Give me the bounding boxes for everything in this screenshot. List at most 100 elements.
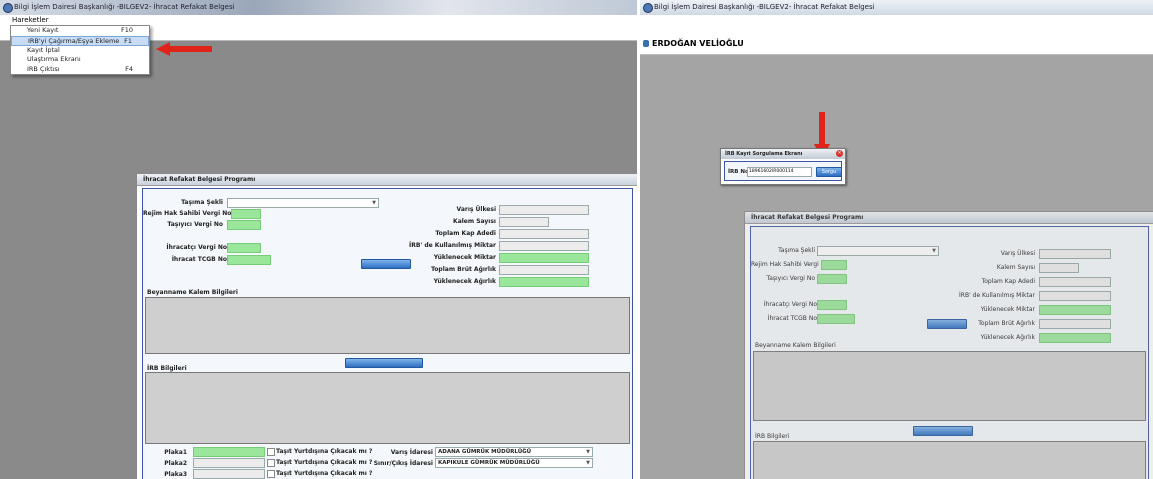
tasit-checkbox-1[interactable] (267, 448, 275, 456)
label-tasiyici: Taşıyıcı Vergi No (766, 275, 815, 282)
label-tasima-sekli: Taşıma Şekli (181, 199, 223, 206)
label-rejim: Rejim Hak Sahibi Vergi No (751, 261, 829, 268)
ihracatci-field[interactable] (227, 243, 261, 253)
irb-section-label: İRB Bilgileri (147, 365, 187, 372)
label-irb-kullanilmis: İRB' de Kullanılmış Miktar (408, 242, 496, 249)
dialog-body: İRB No 18961602IR000114 Sorgu (724, 161, 842, 181)
user-icon (643, 40, 649, 47)
right-irb-form-window: İhracat Refakat Belgesi Programı Taşıma … (744, 211, 1153, 479)
label-ihracatci: İhracatçı Vergi No (166, 244, 227, 251)
beyanname-grid[interactable] (753, 351, 1146, 421)
close-icon[interactable]: × (836, 150, 843, 157)
tasit-question-2: Taşıt Yurtdışına Çıkacak mı ? (276, 459, 373, 466)
yuklenecek-agirlik-field[interactable] (499, 277, 589, 287)
label-toplam-brut: Toplam Brüt Ağırlık (978, 320, 1035, 327)
tasit-checkbox-2[interactable] (267, 459, 275, 467)
chevron-down-icon: ▼ (372, 200, 376, 206)
sinir-idaresi-select[interactable]: KAPIKULE GÜMRÜK MÜDÜRLÜĞÜ ▼ (435, 458, 593, 468)
chevron-down-icon: ▼ (586, 460, 590, 466)
menu-item-irb-cagirma[interactable]: IRB'yi Çağırma/Eşya Ekleme F1 (11, 35, 149, 46)
varis-idaresi-select[interactable]: ADANA GÜMRÜK MÜDÜRLÜĞÜ ▼ (435, 447, 593, 457)
label-toplam-kap: Toplam Kap Adedi (435, 230, 496, 237)
tcgb-field[interactable] (227, 255, 271, 265)
toplam-kap-field[interactable] (1039, 277, 1111, 287)
irb-grid[interactable] (753, 441, 1146, 479)
label-irb-kullanilmis: İRB' de Kullanılmış Miktar (959, 292, 1035, 299)
label-rejim: Rejim Hak Sahibi Vergi No (143, 210, 232, 217)
label-tcgb: İhracat TCGB No (767, 315, 817, 322)
label-tasima-sekli: Taşıma Şekli (778, 247, 815, 254)
tcgb-field[interactable] (817, 314, 855, 324)
menu-hareketler[interactable]: Hareketler (12, 16, 49, 24)
yuklenecek-agirlik-field[interactable] (1039, 333, 1111, 343)
label-kalem-sayisi: Kalem Sayısı (996, 264, 1035, 271)
ihracatci-field[interactable] (817, 300, 847, 310)
irb-grid[interactable] (145, 372, 630, 444)
menu-item-irb-ciktisi[interactable]: IRB Çıktısı F4 (11, 65, 149, 75)
label-yuklenecek-miktar: Yüklenecek Miktar (980, 306, 1035, 313)
label-yuklenecek-agirlik: Yüklenecek Ağırlık (433, 278, 496, 285)
red-arrow-left-icon (156, 42, 212, 56)
tasima-sekli-select[interactable]: ▼ (227, 198, 379, 208)
tasit-question-1: Taşıt Yurtdışına Çıkacak mı ? (276, 448, 373, 455)
kalem-sayisi-field[interactable] (1039, 263, 1079, 273)
irb-bilgileri-button[interactable] (913, 426, 973, 436)
irb-no-input[interactable]: 18961602IR000114 (747, 167, 812, 177)
hareketler-dropdown: Yeni Kayıt F10 IRB'yi Çağırma/Eşya Ekleme… (10, 25, 150, 75)
beyanname-section-label: Beyanname Kalem Bilgileri (755, 342, 836, 349)
tasima-sekli-select[interactable]: ▼ (817, 246, 939, 256)
left-form-title: İhracat Refakat Belgesi Programı (137, 174, 637, 186)
beyanname-section-label: Beyanname Kalem Bilgileri (147, 289, 238, 296)
label-varis-ulkesi: Varış Ülkesi (456, 206, 497, 213)
label-sinir-idaresi: Sınır/Çıkış İdaresi (373, 460, 433, 467)
right-title-bar: Bilgi İşlem Dairesi Başkanlığı -BILGEV2-… (640, 0, 1153, 15)
menu-item-yeni-kayit[interactable]: Yeni Kayıt F10 (11, 26, 149, 36)
beyanname-grid[interactable] (145, 297, 630, 354)
varis-ulkesi-field[interactable] (499, 205, 589, 215)
tasiyici-field[interactable] (817, 274, 847, 284)
label-tasiyici: Taşıyıcı Vergi No (167, 221, 223, 228)
sorgu-button[interactable]: Sorgu (816, 167, 842, 177)
rejim-field[interactable] (821, 260, 847, 270)
rejim-field[interactable] (231, 209, 261, 219)
label-varis-idaresi: Varış İdaresi (390, 449, 433, 456)
label-plaka2: Plaka2 (164, 460, 187, 467)
irb-bilgileri-button[interactable] (345, 358, 423, 368)
irb-kullanilmis-field[interactable] (1039, 291, 1111, 301)
app-icon (3, 3, 13, 13)
right-form-body: Taşıma Şekli ▼ Rejim Hak Sahibi Vergi No… (750, 226, 1149, 479)
label-plaka1: Plaka1 (164, 449, 187, 456)
left-title-bar: Bilgi İşlem Dairesi Başkanlığı -BILGEV2-… (0, 0, 637, 15)
plaka2-field[interactable] (193, 458, 265, 468)
app-icon (643, 3, 653, 13)
sorgula-button[interactable] (361, 259, 411, 269)
tasiyici-field[interactable] (227, 220, 261, 230)
label-ihracatci: İhracatçı Vergi No (763, 301, 817, 308)
label-toplam-brut: Toplam Brüt Ağırlık (431, 266, 496, 273)
yuklenecek-miktar-field[interactable] (499, 253, 589, 263)
menu-item-ulastirma[interactable]: Ulaştırma Ekranı (11, 55, 149, 65)
varis-ulkesi-field[interactable] (1039, 249, 1111, 259)
plaka3-field[interactable] (193, 469, 265, 479)
left-irb-form-window: İhracat Refakat Belgesi Programı Taşıma … (136, 173, 637, 479)
right-window-title: Bilgi İşlem Dairesi Başkanlığı -BILGEV2-… (654, 3, 875, 11)
right-form-title: İhracat Refakat Belgesi Programı (745, 212, 1153, 224)
toplam-brut-field[interactable] (1039, 319, 1111, 329)
dialog-title: İRB Kayıt Sorgulama Ekranı (721, 149, 845, 159)
label-yuklenecek-agirlik: Yüklenecek Ağırlık (980, 334, 1035, 341)
user-name: ERDOĞAN VELİOĞLU (652, 39, 744, 48)
toplam-brut-field[interactable] (499, 265, 589, 275)
label-varis-ulkesi: Varış Ülkesi (1000, 250, 1035, 257)
left-screenshot: Bilgi İşlem Dairesi Başkanlığı -BILGEV2-… (0, 0, 637, 479)
plaka1-field[interactable] (193, 447, 265, 457)
toplam-kap-field[interactable] (499, 229, 589, 239)
label-kalem-sayisi: Kalem Sayısı (453, 218, 496, 225)
irb-kullanilmis-field[interactable] (499, 241, 589, 251)
yuklenecek-miktar-field[interactable] (1039, 305, 1111, 315)
chevron-down-icon: ▼ (586, 449, 590, 455)
irb-no-label: İRB No (728, 169, 749, 175)
menu-item-kayit-iptal[interactable]: Kayıt İptal (11, 46, 149, 56)
tasit-checkbox-3[interactable] (267, 470, 275, 478)
right-screenshot: Bilgi İşlem Dairesi Başkanlığı -BILGEV2-… (640, 0, 1153, 479)
kalem-sayisi-field[interactable] (499, 217, 549, 227)
